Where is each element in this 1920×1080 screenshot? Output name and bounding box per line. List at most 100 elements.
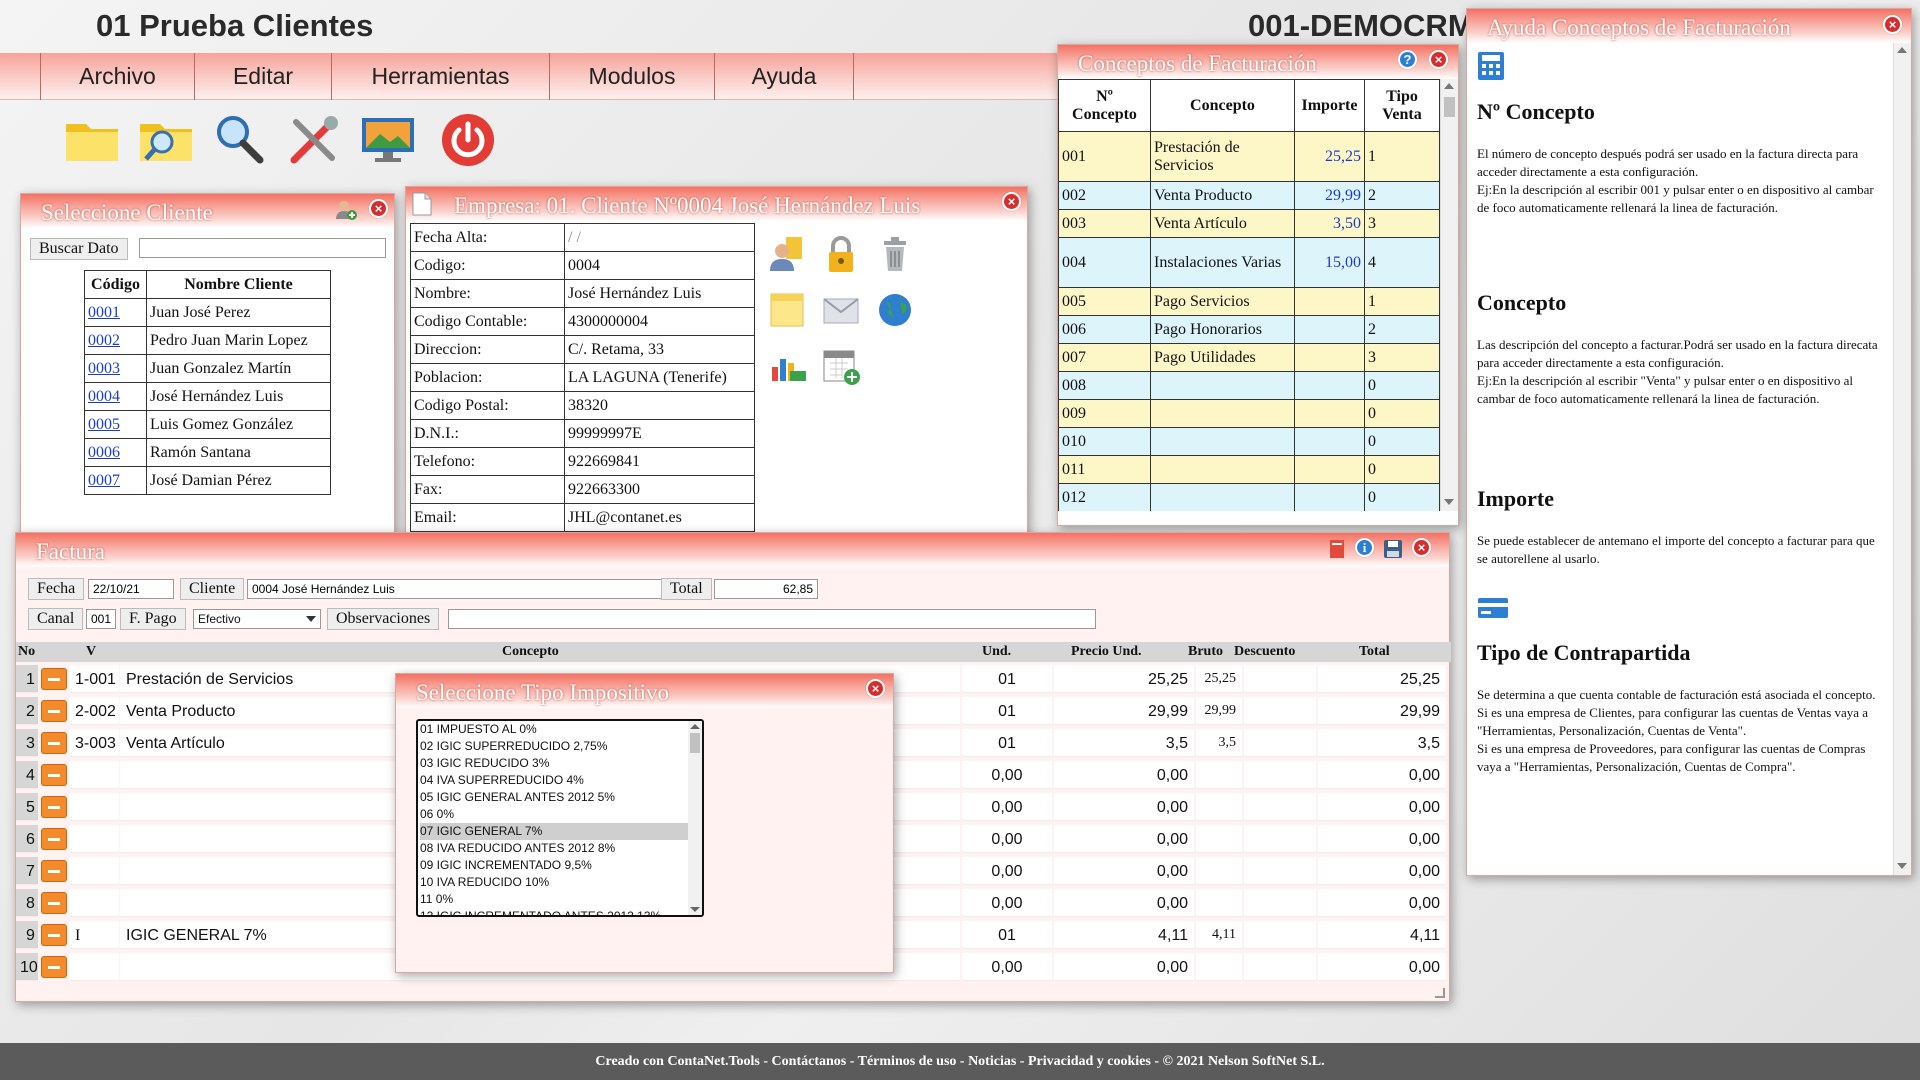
table-row[interactable]: 009 0 xyxy=(1058,399,1440,428)
table-row[interactable]: 001 Prestación de Servicios 25,25 1 xyxy=(1058,131,1440,182)
table-row[interactable]: 010 0 xyxy=(1058,427,1440,456)
table-row[interactable]: 0007 José Damian Pérez xyxy=(84,466,331,495)
list-item[interactable]: 11 0% xyxy=(420,891,688,908)
line-und[interactable]: 01 xyxy=(962,665,1052,693)
vertical-scrollbar[interactable] xyxy=(688,721,702,915)
client-code-link[interactable]: 0002 xyxy=(88,332,120,349)
tools-icon[interactable] xyxy=(284,110,344,170)
folder-icon[interactable] xyxy=(62,110,122,170)
line-v[interactable] xyxy=(69,761,119,789)
line-und[interactable]: 0,00 xyxy=(962,889,1052,917)
table-row[interactable]: 004 Instalaciones Varias 15,00 4 xyxy=(1058,237,1440,288)
list-item[interactable]: 05 IGIC GENERAL ANTES 2012 5% xyxy=(420,789,688,806)
chart-money-icon[interactable] xyxy=(766,345,808,387)
line-descuento[interactable] xyxy=(1244,793,1316,821)
line-v[interactable] xyxy=(69,857,119,885)
field-value[interactable]: 4300000004 xyxy=(564,307,755,336)
line-descuento[interactable] xyxy=(1244,665,1316,693)
line-descuento[interactable] xyxy=(1244,921,1316,949)
line-descuento[interactable] xyxy=(1244,953,1316,981)
mail-icon[interactable] xyxy=(820,289,862,331)
vertical-scrollbar[interactable] xyxy=(1893,43,1911,875)
table-row[interactable]: 005 Pago Servicios 1 xyxy=(1058,287,1440,316)
line-und[interactable]: 0,00 xyxy=(962,825,1052,853)
remove-line-button[interactable] xyxy=(41,732,67,754)
client-code-link[interactable]: 0003 xyxy=(88,360,120,377)
table-row[interactable]: 0003 Juan Gonzalez Martín xyxy=(84,354,331,383)
line-precio[interactable]: 4,11 xyxy=(1054,921,1194,949)
list-item[interactable]: 08 IVA REDUCIDO ANTES 2012 8% xyxy=(420,840,688,857)
table-row[interactable]: 0004 José Hernández Luis xyxy=(84,382,331,411)
trash-icon[interactable] xyxy=(874,233,916,275)
lock-icon[interactable] xyxy=(820,233,862,275)
field-value[interactable]: 99999997E xyxy=(564,419,755,448)
line-precio[interactable]: 25,25 xyxy=(1054,665,1194,693)
client-code-link[interactable]: 0007 xyxy=(88,472,120,489)
list-item[interactable]: 04 IVA SUPERREDUCIDO 4% xyxy=(420,772,688,789)
scroll-thumb[interactable] xyxy=(1444,97,1455,117)
power-icon[interactable] xyxy=(438,110,498,170)
line-descuento[interactable] xyxy=(1244,857,1316,885)
table-row[interactable]: 008 0 xyxy=(1058,371,1440,400)
remove-line-button[interactable] xyxy=(41,924,67,946)
remove-line-button[interactable] xyxy=(41,860,67,882)
info-icon[interactable]: i xyxy=(1355,538,1374,557)
calendar-add-icon[interactable] xyxy=(820,345,862,387)
table-row[interactable]: 007 Pago Utilidades 3 xyxy=(1058,343,1440,372)
line-descuento[interactable] xyxy=(1244,761,1316,789)
observaciones-input[interactable] xyxy=(448,609,1096,629)
scroll-thumb[interactable] xyxy=(690,733,700,753)
table-row[interactable]: 0001 Juan José Perez xyxy=(84,298,331,327)
table-row[interactable]: 0005 Luis Gomez González xyxy=(84,410,331,439)
buscar-input[interactable] xyxy=(139,238,386,258)
table-row[interactable]: 003 Venta Artículo 3,50 3 xyxy=(1058,209,1440,238)
remove-line-button[interactable] xyxy=(41,700,67,722)
list-item[interactable]: 12 IGIC INCREMENTADO ANTES 2012 13% xyxy=(420,908,688,915)
line-v[interactable] xyxy=(69,889,119,917)
scroll-up-icon[interactable] xyxy=(1897,47,1907,53)
line-und[interactable]: 01 xyxy=(962,697,1052,725)
line-precio[interactable]: 0,00 xyxy=(1054,761,1194,789)
fpago-select[interactable]: Efectivo xyxy=(193,609,321,629)
scroll-down-icon[interactable] xyxy=(1897,863,1907,869)
globe-icon[interactable] xyxy=(874,289,916,331)
list-item[interactable]: 02 IGIC SUPERREDUCIDO 2,75% xyxy=(420,738,688,755)
remove-line-button[interactable] xyxy=(41,828,67,850)
close-icon[interactable]: × xyxy=(866,679,885,698)
field-value[interactable]: LA LAGUNA (Tenerife) xyxy=(564,363,755,392)
line-precio[interactable]: 0,00 xyxy=(1054,793,1194,821)
footer[interactable]: Creado con ContaNet.Tools - Contáctanos … xyxy=(0,1043,1920,1080)
field-value[interactable]: / / xyxy=(564,223,755,252)
line-descuento[interactable] xyxy=(1244,697,1316,725)
menu-archivo[interactable]: Archivo xyxy=(40,53,194,100)
line-v[interactable] xyxy=(69,793,119,821)
line-precio[interactable]: 0,00 xyxy=(1054,825,1194,853)
remove-line-button[interactable] xyxy=(41,668,67,690)
list-item[interactable]: 10 IVA REDUCIDO 10% xyxy=(420,874,688,891)
remove-line-button[interactable] xyxy=(41,892,67,914)
client-code-link[interactable]: 0001 xyxy=(88,304,120,321)
line-precio[interactable]: 3,5 xyxy=(1054,729,1194,757)
field-value[interactable]: 922669841 xyxy=(564,447,755,476)
line-precio[interactable]: 0,00 xyxy=(1054,857,1194,885)
line-v[interactable]: 1-001 xyxy=(69,665,119,693)
field-value[interactable]: 0004 xyxy=(564,251,755,280)
client-code-link[interactable]: 0005 xyxy=(88,416,120,433)
menu-ayuda[interactable]: Ayuda xyxy=(714,53,854,100)
total-input[interactable] xyxy=(714,579,818,599)
list-item-selected[interactable]: 07 IGIC GENERAL 7% xyxy=(420,823,688,840)
line-descuento[interactable] xyxy=(1244,889,1316,917)
line-und[interactable]: 0,00 xyxy=(962,953,1052,981)
table-row[interactable]: 011 0 xyxy=(1058,455,1440,484)
tipo-impositivo-listbox[interactable]: 01 IMPUESTO AL 0% 02 IGIC SUPERREDUCIDO … xyxy=(416,719,704,917)
resize-handle[interactable] xyxy=(1435,988,1445,998)
cliente-input[interactable] xyxy=(247,579,672,599)
line-und[interactable]: 0,00 xyxy=(962,793,1052,821)
close-icon[interactable]: × xyxy=(1883,15,1902,34)
close-icon[interactable]: × xyxy=(1429,50,1448,69)
line-v[interactable]: 2-002 xyxy=(69,697,119,725)
menu-editar[interactable]: Editar xyxy=(194,53,331,100)
scroll-up-icon[interactable] xyxy=(1444,83,1454,89)
client-code-link[interactable]: 0006 xyxy=(88,444,120,461)
monitor-icon[interactable] xyxy=(358,110,418,170)
